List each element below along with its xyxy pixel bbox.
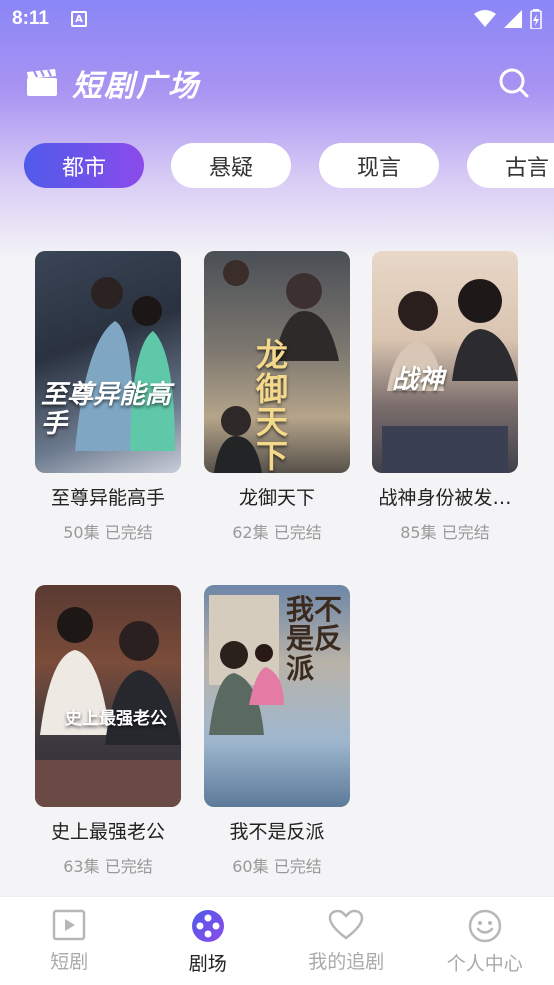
drama-title[interactable]: 至尊异能高手 bbox=[35, 483, 181, 510]
heart-icon bbox=[328, 909, 364, 940]
status-bar: 8:11 A bbox=[0, 0, 554, 38]
theater-icon bbox=[191, 910, 224, 942]
tab-category-xianyan[interactable]: 现言 bbox=[319, 143, 439, 188]
drama-title[interactable]: 史上最强老公 bbox=[35, 817, 181, 844]
header-gradient-background bbox=[0, 0, 554, 260]
search-button[interactable] bbox=[494, 63, 534, 103]
poster-title-text: 史上最强老公 bbox=[65, 709, 167, 729]
drama-card[interactable]: 我不是反派 我不是反派 60集 已完结 bbox=[204, 585, 350, 877]
drama-poster[interactable]: 至尊异能高手 bbox=[35, 251, 181, 473]
search-icon bbox=[499, 68, 529, 98]
episode-count: 50集 bbox=[63, 523, 100, 542]
poster-title-text: 龙御天下 bbox=[256, 336, 289, 473]
tab-category-xuanyi[interactable]: 悬疑 bbox=[171, 143, 291, 188]
play-icon bbox=[53, 909, 86, 941]
page-title: 短剧广场 bbox=[72, 69, 200, 104]
drama-meta: 85集 已完结 bbox=[372, 519, 518, 543]
episode-count: 63集 bbox=[63, 857, 100, 876]
drama-poster[interactable]: 龙御天下 bbox=[204, 251, 350, 473]
wifi-icon bbox=[474, 10, 496, 27]
nav-item-theater[interactable]: 剧场 bbox=[139, 897, 278, 985]
nav-label: 短剧 bbox=[50, 951, 89, 973]
drama-meta: 62集 已完结 bbox=[204, 519, 350, 543]
poster-figures bbox=[75, 277, 175, 451]
cellular-signal-icon bbox=[504, 10, 522, 28]
category-tabs: 都市 悬疑 现言 古言 bbox=[0, 143, 554, 189]
completion-status: 已完结 bbox=[104, 523, 153, 542]
status-time: 8:11 bbox=[12, 8, 49, 29]
poster-title-text: 我不是反派 bbox=[286, 593, 343, 685]
episode-count: 62集 bbox=[232, 523, 269, 542]
poster-title-text: 至尊异能高手 bbox=[41, 380, 172, 439]
notification-icon: A bbox=[70, 11, 87, 27]
tab-category-dushi[interactable]: 都市 bbox=[24, 143, 144, 188]
smile-icon bbox=[468, 909, 501, 943]
drama-meta: 63集 已完结 bbox=[35, 853, 181, 877]
drama-card[interactable]: 至尊异能高手 至尊异能高手 50集 已完结 bbox=[35, 251, 181, 543]
drama-meta: 60集 已完结 bbox=[204, 853, 350, 877]
completion-status: 已完结 bbox=[273, 523, 322, 542]
drama-poster[interactable]: 我不是反派 bbox=[204, 585, 350, 807]
nav-label: 个人中心 bbox=[446, 953, 523, 975]
poster-figures bbox=[35, 607, 181, 807]
nav-item-my-follows[interactable]: 我的追剧 bbox=[277, 897, 416, 985]
completion-status: 已完结 bbox=[273, 857, 322, 876]
completion-status: 已完结 bbox=[441, 523, 490, 542]
poster-title-text: 战神 bbox=[392, 365, 445, 395]
episode-count: 85集 bbox=[400, 523, 437, 542]
drama-poster[interactable]: 战神 bbox=[372, 251, 518, 473]
bottom-navigation: 短剧 剧场 我的追剧 个人中心 bbox=[0, 896, 554, 985]
battery-icon bbox=[530, 9, 542, 29]
nav-item-profile[interactable]: 个人中心 bbox=[416, 897, 554, 985]
drama-poster[interactable]: 史上最强老公 bbox=[35, 585, 181, 807]
drama-meta: 50集 已完结 bbox=[35, 519, 181, 543]
drama-card[interactable]: 史上最强老公 史上最强老公 63集 已完结 bbox=[35, 585, 181, 877]
completion-status: 已完结 bbox=[104, 857, 153, 876]
drama-card[interactable]: 战神 战神身份被发… 85集 已完结 bbox=[372, 251, 518, 543]
nav-label: 我的追剧 bbox=[308, 951, 385, 973]
app-header: 短剧广场 bbox=[0, 58, 554, 108]
drama-title[interactable]: 龙御天下 bbox=[204, 483, 350, 510]
clapperboard-icon bbox=[27, 69, 57, 96]
nav-item-short-drama[interactable]: 短剧 bbox=[0, 897, 139, 985]
episode-count: 60集 bbox=[232, 857, 269, 876]
drama-title[interactable]: 战神身份被发… bbox=[372, 483, 518, 510]
tab-category-guyan[interactable]: 古言 bbox=[467, 143, 554, 188]
drama-card[interactable]: 龙御天下 龙御天下 62集 已完结 bbox=[204, 251, 350, 543]
nav-label: 剧场 bbox=[188, 953, 227, 975]
drama-title[interactable]: 我不是反派 bbox=[204, 817, 350, 844]
